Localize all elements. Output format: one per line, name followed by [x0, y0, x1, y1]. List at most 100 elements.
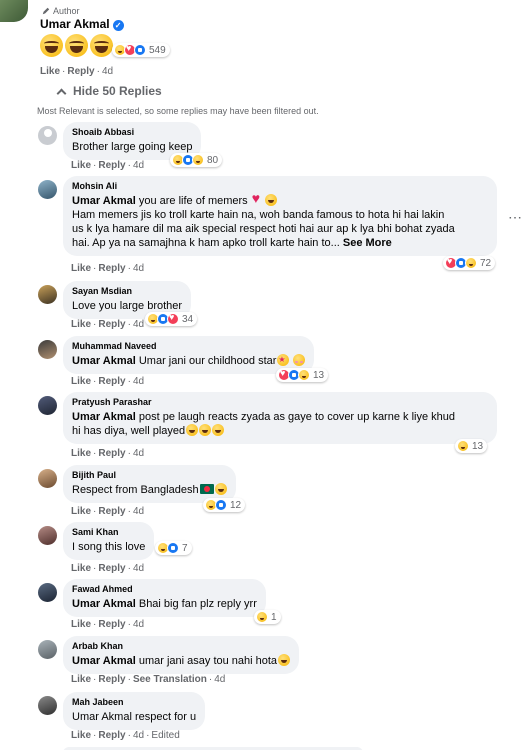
reply-text: Brother large going keep — [72, 141, 193, 153]
timestamp[interactable]: 4d — [133, 376, 144, 387]
reply-author[interactable]: Sami Khan — [72, 527, 145, 537]
reply-bubble: Pratyush Parashar Umar Akmal post pe lau… — [63, 392, 497, 444]
reply-button[interactable]: Reply — [98, 619, 125, 630]
avatar[interactable] — [38, 285, 57, 304]
reply-button[interactable]: Reply — [98, 563, 125, 574]
like-reaction-icon — [167, 542, 179, 554]
avatar[interactable] — [38, 126, 57, 145]
reply-author[interactable]: Fawad Ahmed — [72, 584, 257, 594]
reply-text: Umar Akmal Umar jani our childhood star — [72, 353, 306, 368]
timestamp[interactable]: 4d — [133, 730, 144, 741]
like-button[interactable]: Like — [71, 448, 91, 459]
avatar[interactable] — [38, 583, 57, 602]
mention-link[interactable]: Umar Akmal — [72, 598, 136, 610]
laughing-emoji-icon — [214, 483, 227, 495]
like-button[interactable]: Like — [71, 263, 91, 274]
mention-link[interactable]: Umar Akmal — [72, 355, 136, 367]
timestamp[interactable]: 4d — [214, 674, 225, 685]
like-reaction-icon — [134, 44, 146, 56]
like-button[interactable]: Like — [71, 619, 91, 630]
like-button[interactable]: Like — [71, 563, 91, 574]
timestamp[interactable]: 4d — [133, 448, 144, 459]
avatar[interactable] — [38, 180, 57, 199]
like-reaction-icon — [215, 499, 227, 511]
reaction-summary[interactable]: 34 — [145, 312, 198, 326]
reply-actions: Like · Reply · 4d — [71, 563, 145, 574]
reaction-summary[interactable]: 72 — [443, 256, 496, 270]
reply-button[interactable]: Reply — [98, 448, 125, 459]
author-name[interactable]: Umar Akmal ✓ — [40, 17, 124, 31]
reply-author[interactable]: Bijith Paul — [72, 470, 227, 480]
timestamp[interactable]: 4d — [102, 66, 113, 77]
laughing-emoji-icon — [186, 424, 199, 436]
blushing-emoji-icon — [293, 354, 306, 366]
like-button[interactable]: Like — [40, 66, 60, 77]
reply-text: Love you large brother — [72, 300, 183, 312]
see-more-link[interactable]: See More — [343, 237, 392, 249]
reply-button[interactable]: Reply — [67, 66, 94, 77]
timestamp[interactable]: 4d — [133, 263, 144, 274]
avatar[interactable] — [38, 340, 57, 359]
timestamp[interactable]: 4d — [133, 319, 144, 330]
reaction-summary[interactable]: 1 — [254, 610, 281, 624]
reply-author[interactable]: Sayan Msdian — [72, 286, 182, 296]
hide-replies-button[interactable]: Hide 50 Replies — [56, 84, 162, 98]
reply-bubble: Sami Khan I song this love — [63, 522, 155, 560]
more-options-icon[interactable]: ⋯ — [508, 210, 522, 226]
reply-button[interactable]: Reply — [98, 319, 125, 330]
reply-bubble: Muhammad Naveed Umar Akmal Umar jani our… — [63, 336, 315, 374]
reply-button[interactable]: Reply — [98, 506, 125, 517]
haha-reaction-icon — [465, 257, 477, 269]
laughing-emoji-icon — [90, 34, 113, 57]
edited-label: Edited — [151, 730, 180, 741]
avatar[interactable] — [38, 469, 57, 488]
reaction-summary[interactable]: 13 — [276, 368, 329, 382]
like-button[interactable]: Like — [71, 506, 91, 517]
reply-author[interactable]: Mah Jabeen — [72, 697, 196, 707]
timestamp[interactable]: 4d — [133, 506, 144, 517]
avatar[interactable] — [38, 696, 57, 715]
reply-button[interactable]: Reply — [98, 376, 125, 387]
reply-actions: Like · Reply · See Translation · 4d — [71, 674, 226, 685]
reply-button[interactable]: Reply — [98, 160, 125, 171]
reaction-summary[interactable]: 13 — [455, 439, 488, 453]
avatar[interactable] — [38, 396, 57, 415]
reaction-summary[interactable]: 12 — [203, 498, 246, 512]
like-button[interactable]: Like — [71, 319, 91, 330]
avatar[interactable] — [38, 640, 57, 659]
reply-button[interactable]: Reply — [98, 730, 125, 741]
mention-link[interactable]: Umar Akmal — [72, 195, 136, 207]
mention-link[interactable]: Umar Akmal — [72, 655, 136, 667]
like-button[interactable]: Like — [71, 674, 91, 685]
reply-button[interactable]: Reply — [98, 263, 125, 274]
laughing-emoji-icon — [278, 654, 291, 666]
reply-button[interactable]: Reply — [98, 674, 125, 685]
chevron-up-icon — [56, 88, 67, 98]
timestamp[interactable]: 4d — [133, 619, 144, 630]
mention-link[interactable]: Umar Akmal — [72, 411, 136, 423]
reply-author[interactable]: Pratyush Parashar — [72, 397, 488, 407]
reaction-summary[interactable]: 7 — [155, 541, 192, 555]
like-button[interactable]: Like — [71, 376, 91, 387]
reply-author[interactable]: Mohsin Ali — [72, 181, 488, 191]
laughing-emoji-icon — [212, 424, 225, 436]
laughing-emoji-icon — [65, 34, 88, 57]
heart-emoji-icon — [252, 191, 264, 206]
reply-author[interactable]: Arbab Khan — [72, 641, 290, 651]
author-comment: Author Umar Akmal✓ 549 Like·Reply·4d — [0, 0, 524, 80]
see-translation-button[interactable]: See Translation — [133, 674, 207, 685]
reply-actions: Like · Reply · 4d — [71, 263, 145, 274]
timestamp[interactable]: 4d — [133, 563, 144, 574]
reply-author[interactable]: Shoaib Abbasi — [72, 127, 192, 137]
like-button[interactable]: Like — [71, 160, 91, 171]
reaction-summary[interactable]: 549 — [112, 43, 170, 57]
timestamp[interactable]: 4d — [133, 160, 144, 171]
reply-bubble: Fawad Ahmed Umar Akmal Bhai big fan plz … — [63, 579, 266, 617]
reply-actions: Like · Reply · 4d — [71, 619, 145, 630]
avatar[interactable] — [38, 526, 57, 545]
like-button[interactable]: Like — [71, 730, 91, 741]
reply-author[interactable]: Muhammad Naveed — [72, 341, 305, 351]
reaction-summary[interactable]: 80 — [170, 153, 223, 167]
reply-bubble: Mohsin Ali Umar Akmal you are life of me… — [63, 176, 497, 256]
author-avatar[interactable] — [0, 0, 28, 22]
